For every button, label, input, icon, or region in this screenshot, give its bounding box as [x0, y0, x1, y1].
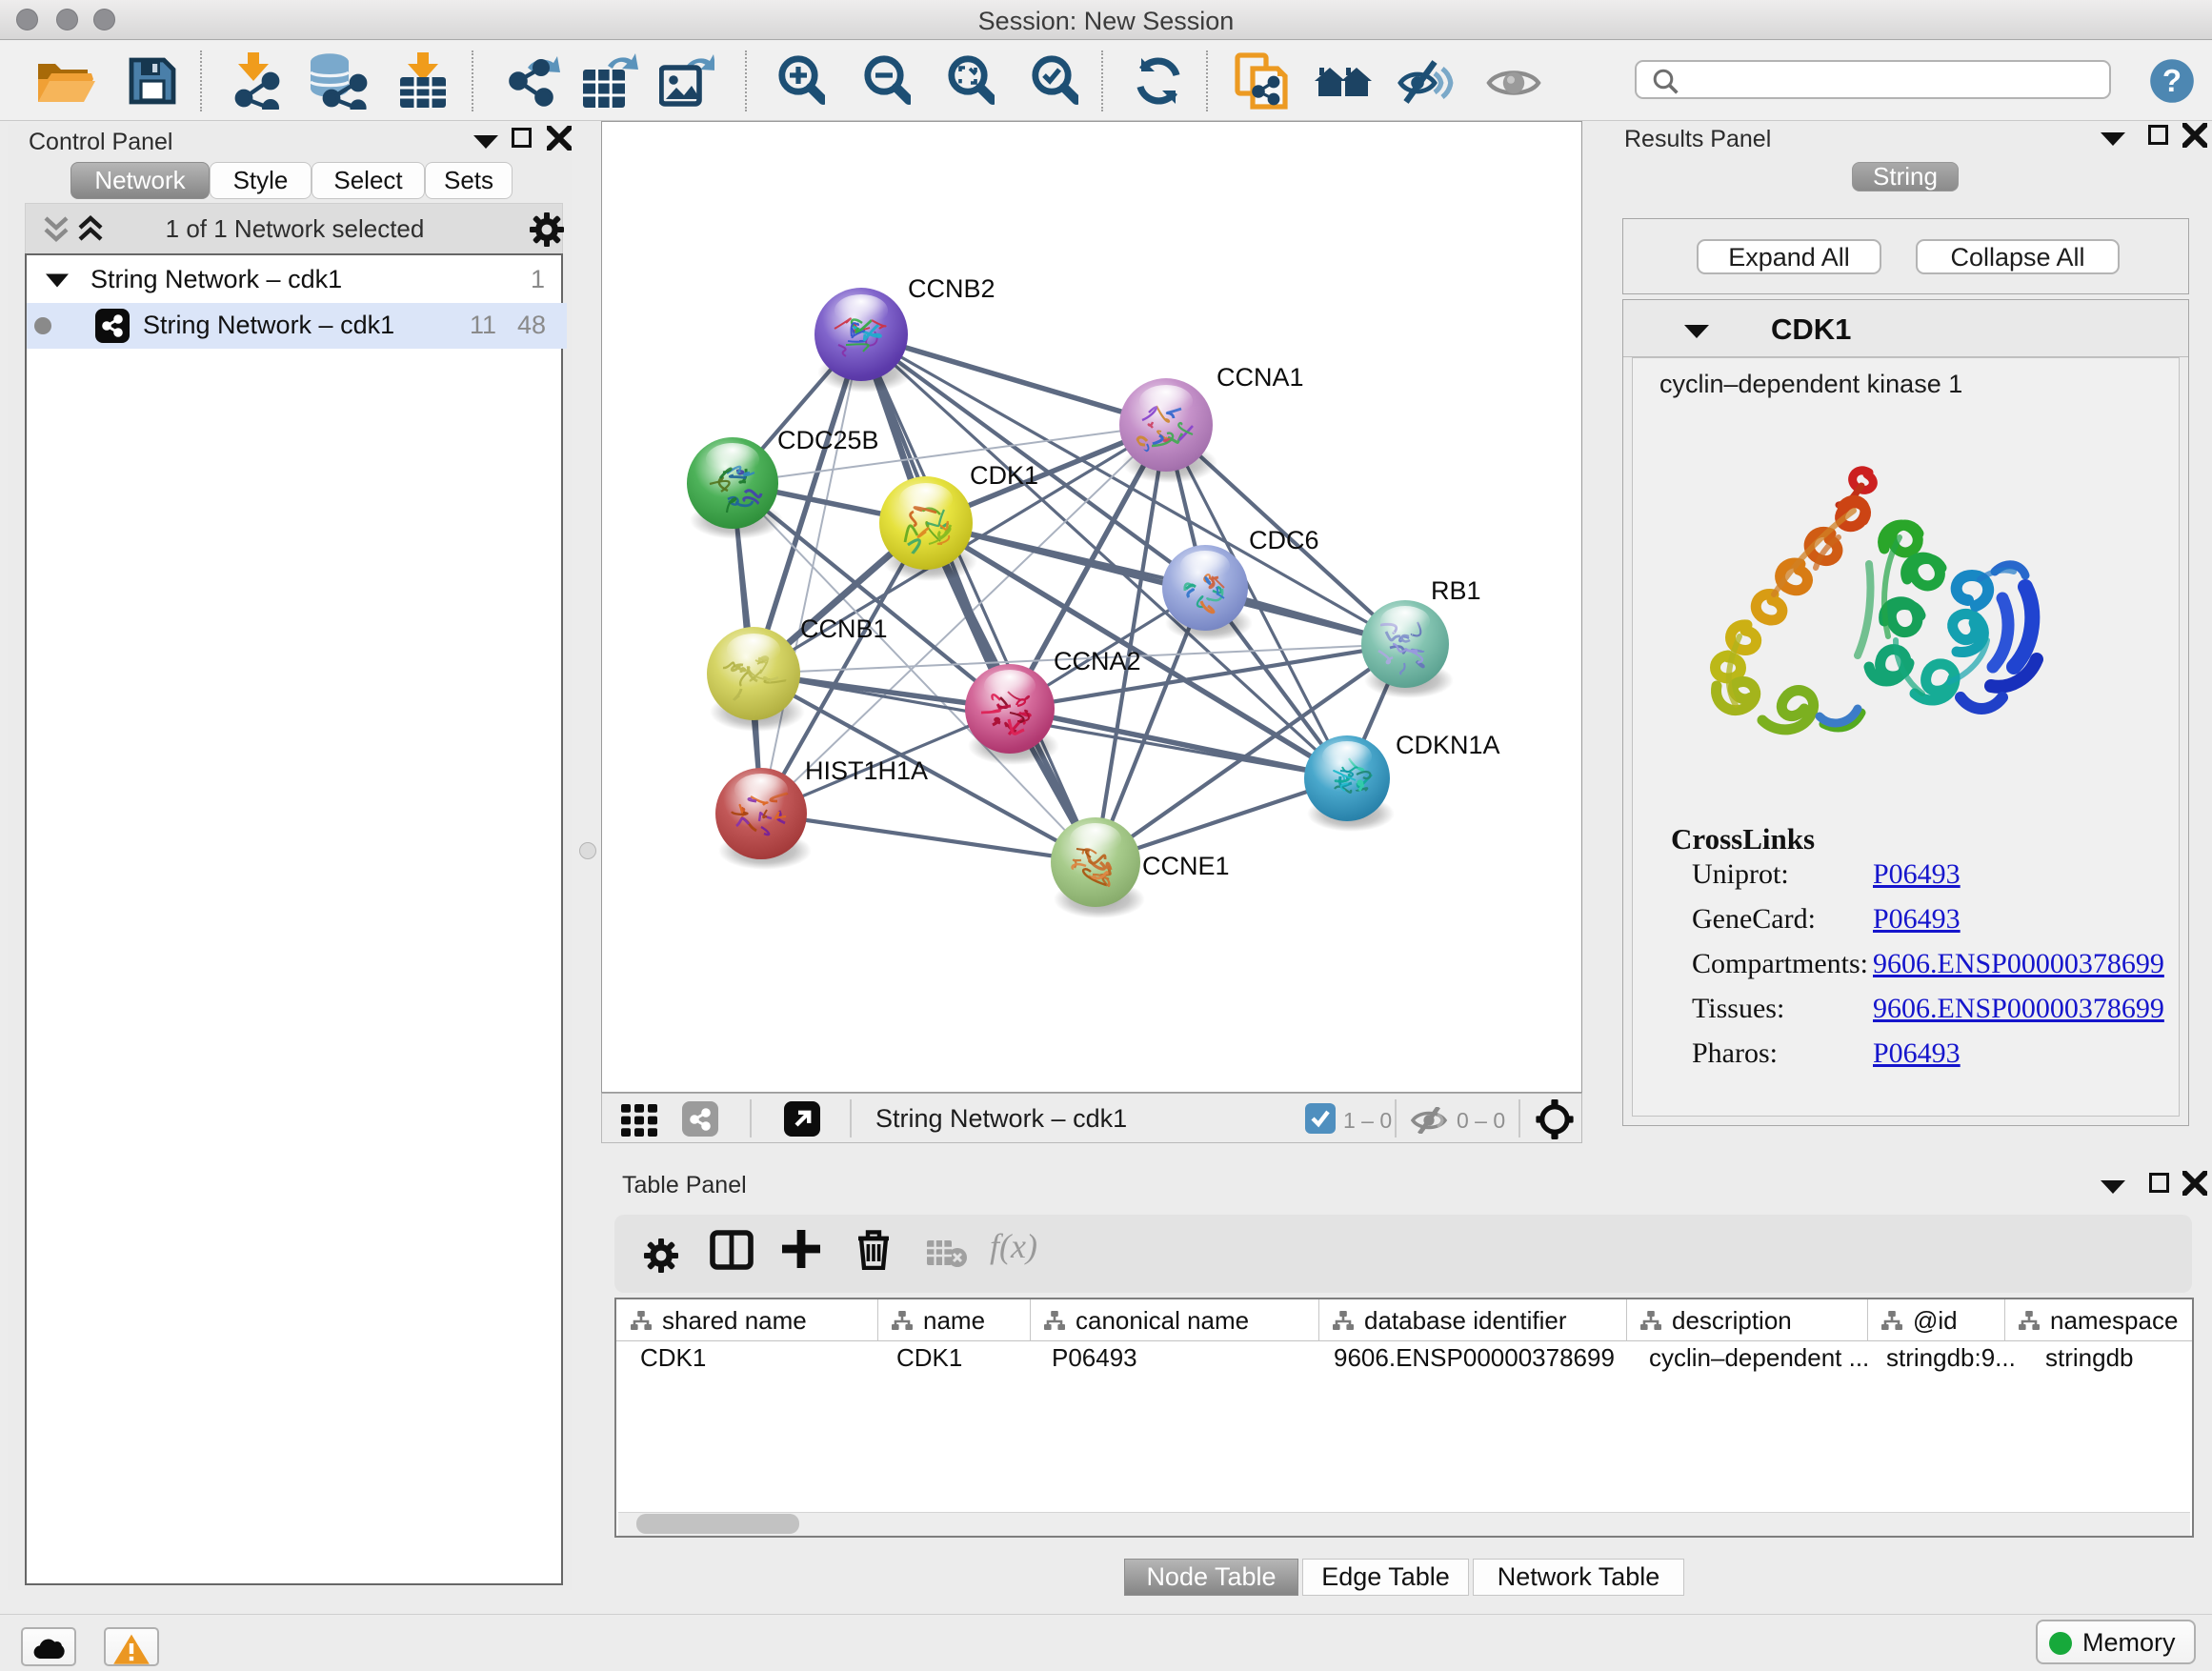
svg-text:?: ?: [2162, 63, 2182, 98]
svg-text:CCNE1: CCNE1: [1142, 852, 1230, 880]
svg-text:CDK1: CDK1: [970, 461, 1038, 490]
svg-text:CCNB1: CCNB1: [800, 614, 888, 643]
svg-text:CDC25B: CDC25B: [777, 426, 879, 454]
svg-text:CCNA1: CCNA1: [1217, 363, 1304, 392]
svg-text:CDC6: CDC6: [1249, 526, 1319, 554]
svg-text:HIST1H1A: HIST1H1A: [805, 756, 928, 785]
svg-text:CCNB2: CCNB2: [908, 274, 995, 303]
svg-text:CCNA2: CCNA2: [1054, 647, 1141, 675]
svg-text:CDKN1A: CDKN1A: [1396, 731, 1500, 759]
svg-text:RB1: RB1: [1431, 576, 1481, 605]
